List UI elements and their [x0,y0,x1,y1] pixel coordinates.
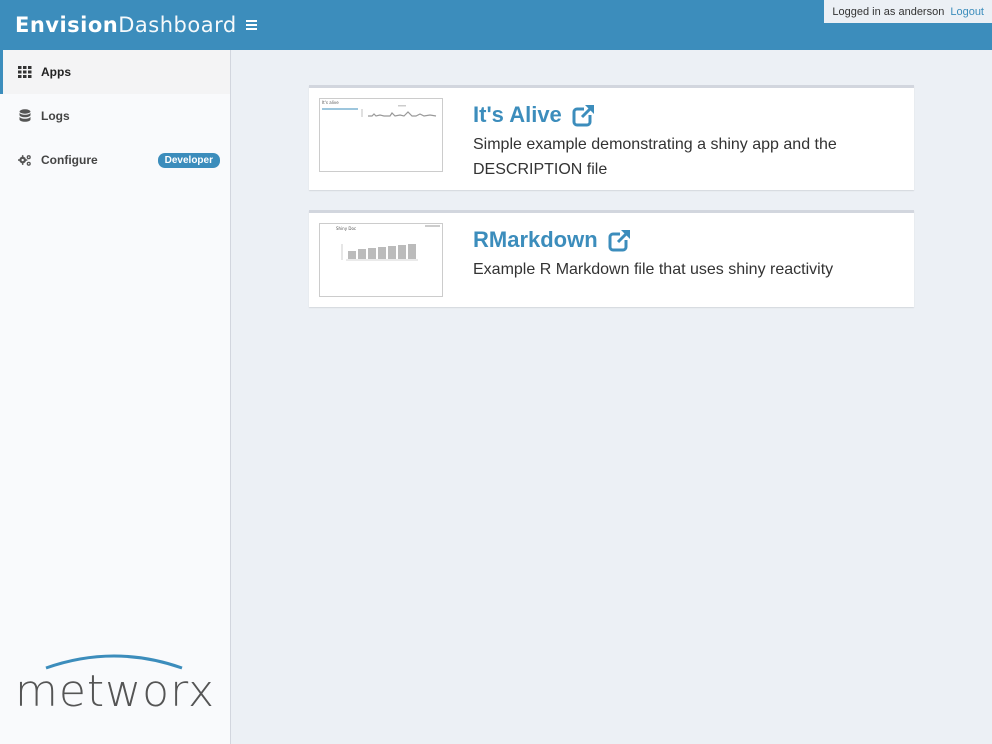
app-card: It's alive It's Alive Simple example dem… [309,85,914,190]
sidebar-toggle-button[interactable] [241,15,261,35]
sidebar-item-label: Configure [41,153,98,167]
brand-light: Dashboard [118,13,237,37]
external-link-icon[interactable] [608,228,632,252]
logout-link[interactable]: Logout [950,6,984,18]
svg-text:Shiny Doc: Shiny Doc [336,226,356,231]
sidebar-item-logs[interactable]: Logs [0,94,230,138]
app-title-link[interactable]: RMarkdown [473,227,632,253]
app-title: RMarkdown [473,227,598,252]
sidebar-item-label: Apps [41,65,71,79]
top-header: Envision Dashboard Logged in as anderson … [0,0,992,50]
app-thumbnail[interactable]: Shiny Doc [319,223,443,297]
user-box: Logged in as anderson Logout [824,0,992,23]
app-description: Simple example demonstrating a shiny app… [473,136,837,178]
brand-bold: Envision [15,13,119,37]
sidebar-item-configure[interactable]: Configure Developer [0,138,230,182]
svg-text:metworx: metworx [16,666,214,714]
app-title: It's Alive [473,102,562,127]
hamburger-icon [245,20,257,22]
gears-icon [18,153,32,167]
database-icon [18,109,32,123]
sidebar-item-label: Logs [41,109,70,123]
app-title-link[interactable]: It's Alive [473,102,596,128]
external-link-icon[interactable] [572,103,596,127]
logged-in-text: Logged in as anderson [832,5,945,18]
metworx-logo: metworx [15,650,214,717]
grid-icon [18,65,32,79]
developer-badge: Developer [157,153,220,168]
app-description: Example R Markdown file that uses shiny … [473,261,834,278]
brand-logo[interactable]: Envision Dashboard [0,0,236,50]
app-thumbnail[interactable]: It's alive [319,98,443,172]
sidebar-item-apps[interactable]: Apps [0,50,230,94]
svg-text:It's alive: It's alive [322,100,339,105]
sidebar: Apps Logs Configure Developer metworx [0,50,231,744]
app-card: Shiny Doc RMarkdown Example R Markdown f… [309,210,914,307]
